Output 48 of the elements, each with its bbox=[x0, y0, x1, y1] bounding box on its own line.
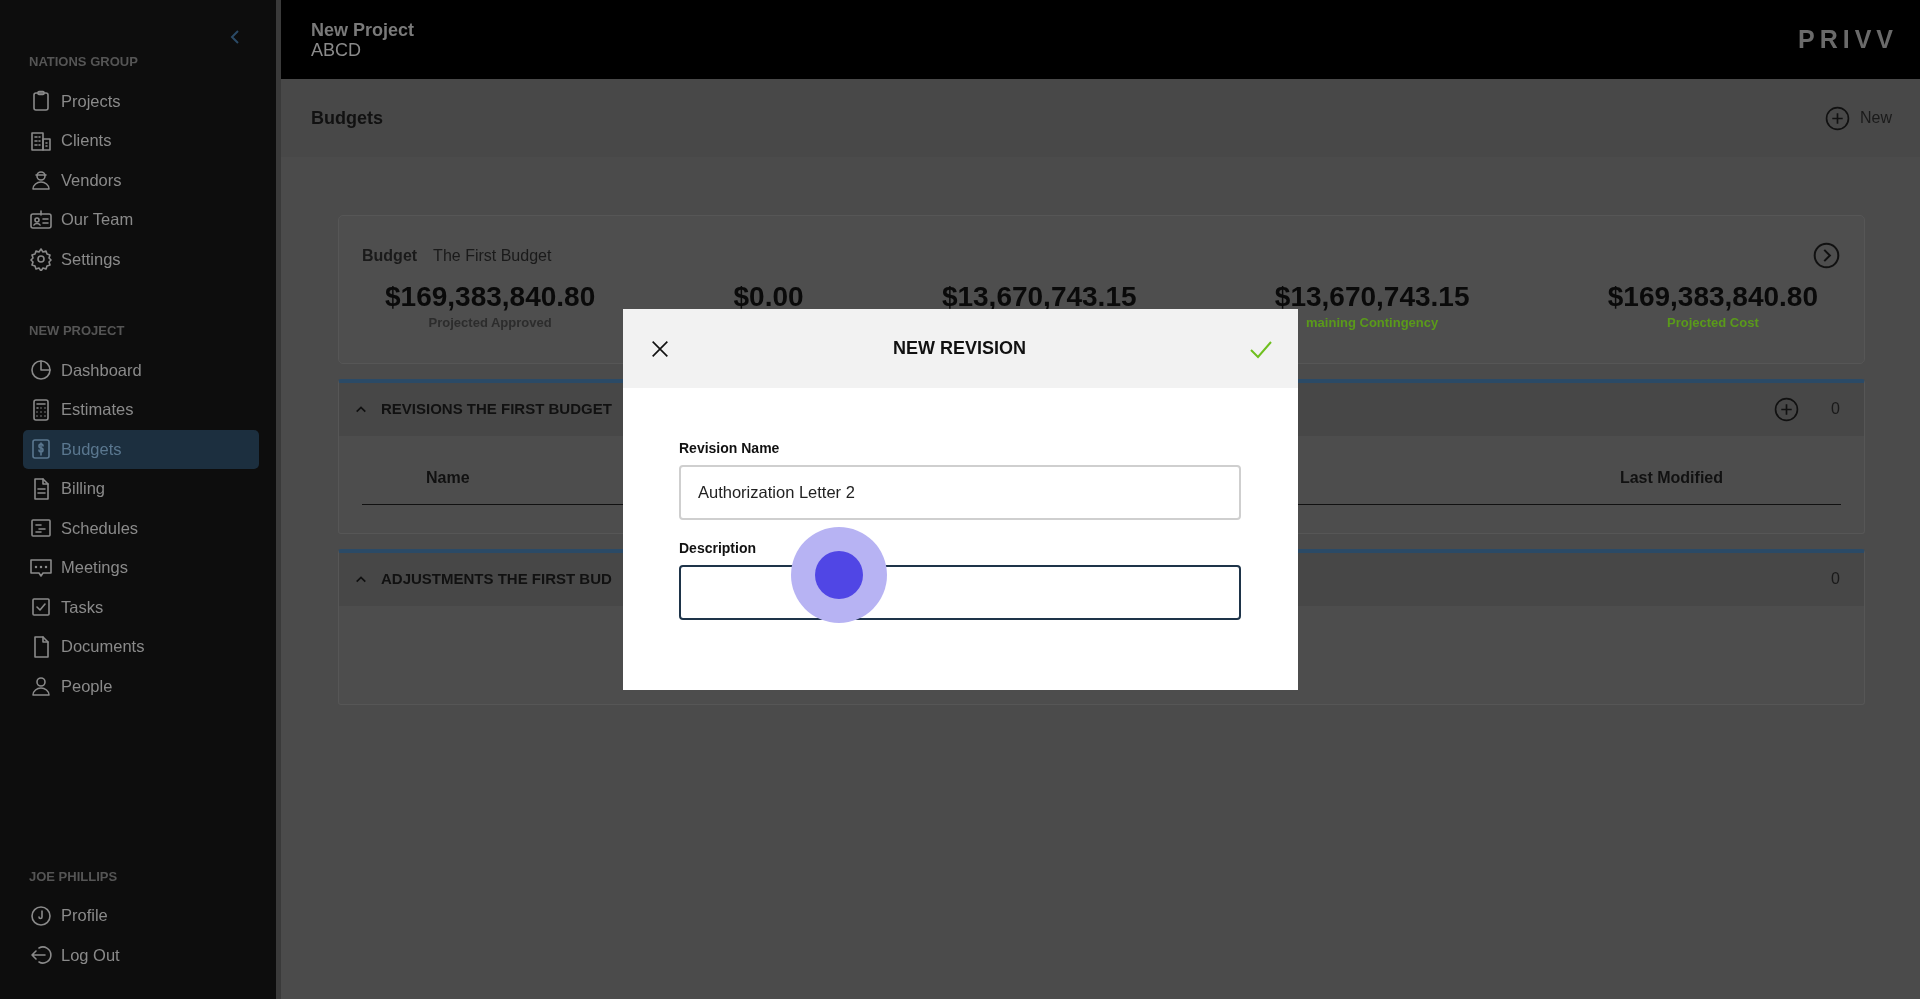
sidebar-item[interactable]: Budgets bbox=[23, 429, 259, 469]
sidebar-item[interactable]: Schedules bbox=[23, 508, 259, 548]
plus-circle-icon bbox=[1825, 105, 1850, 131]
sidebar-item[interactable]: Tasks bbox=[23, 587, 259, 627]
field-label: Revision Name bbox=[679, 439, 781, 458]
project-code: ABCD bbox=[311, 39, 361, 60]
click-indicator-icon bbox=[791, 527, 887, 623]
collapse-icon[interactable] bbox=[230, 30, 242, 44]
gear-icon bbox=[29, 247, 53, 272]
input-field[interactable]: Authorization Letter 2 bbox=[679, 465, 1241, 520]
sidebar-item[interactable]: Settings bbox=[23, 239, 259, 279]
sidebar-item[interactable]: Profile bbox=[23, 896, 259, 936]
field-label: Description bbox=[679, 539, 757, 558]
stat-value: $13,670,743.15 bbox=[941, 281, 1137, 313]
dialog-title: NEW REVISION bbox=[893, 337, 1026, 360]
sidebar-item[interactable]: Documents bbox=[23, 627, 259, 667]
section-label: NEW PROJECT bbox=[29, 322, 126, 340]
plus-circle-icon[interactable] bbox=[1774, 396, 1800, 422]
clock-icon bbox=[29, 903, 53, 928]
section-label: JOE PHILLIPS bbox=[29, 867, 119, 886]
person-icon bbox=[29, 674, 53, 699]
sidebar-item[interactable]: Billing bbox=[23, 469, 259, 509]
sidebar-item[interactable]: Our Team bbox=[23, 200, 259, 240]
sidebar-item[interactable]: Estimates bbox=[23, 390, 259, 430]
sidebar-item[interactable]: Log Out bbox=[23, 935, 259, 975]
stat-value: $0.00 bbox=[733, 281, 804, 313]
project-title: New Project bbox=[311, 19, 415, 40]
worker-icon bbox=[29, 168, 53, 193]
dollar-icon bbox=[29, 437, 53, 462]
logo: PRIVV bbox=[1797, 23, 1898, 55]
pie-chart-icon bbox=[29, 358, 53, 383]
sidebar-item[interactable]: Meetings bbox=[23, 548, 259, 588]
stat-value: $169,383,840.80 bbox=[385, 281, 596, 313]
stat-label: Projected Cost bbox=[1666, 314, 1760, 332]
section-label: NATIONS GROUP bbox=[29, 53, 139, 71]
sidebar-item[interactable]: Clients bbox=[23, 121, 259, 161]
sidebar-item[interactable]: Dashboard bbox=[23, 350, 259, 390]
sidebar-item[interactable]: Vendors bbox=[23, 160, 259, 200]
stat-value: $13,670,743.15 bbox=[1274, 281, 1470, 313]
id-card-icon bbox=[29, 207, 53, 232]
chevron-circle-icon[interactable] bbox=[1813, 242, 1840, 269]
column-header: Last Modified bbox=[1619, 467, 1723, 488]
stat-label: maining Contingency bbox=[1305, 314, 1440, 332]
sidebar-item[interactable]: People bbox=[23, 666, 259, 706]
stat-value: $169,383,840.80 bbox=[1607, 281, 1818, 313]
sidebar-item[interactable]: Projects bbox=[23, 81, 259, 121]
column-header: Name bbox=[426, 467, 470, 488]
page-title: Budgets bbox=[311, 106, 383, 130]
